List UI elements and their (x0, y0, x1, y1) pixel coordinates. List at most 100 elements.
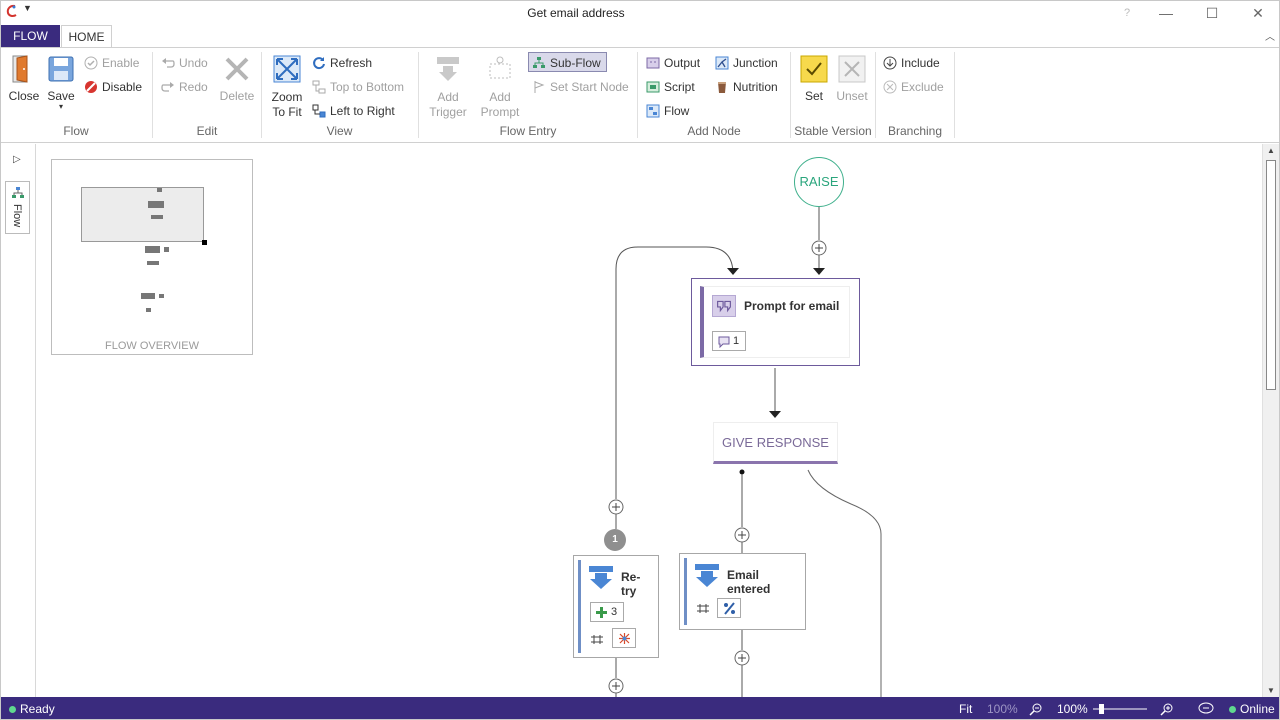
zoom-to-fit-label-2: To Fit (272, 105, 302, 119)
save-dropdown-icon[interactable]: ▾ (45, 103, 77, 111)
retry-action-chip[interactable] (612, 628, 636, 648)
scrollbar-thumb[interactable] (1266, 160, 1276, 390)
redo-button[interactable]: Redo (161, 77, 208, 97)
scroll-up-icon[interactable]: ▲ (1266, 146, 1276, 155)
status-ready-label: Ready (20, 702, 55, 716)
flow-overview-panel[interactable]: FLOW OVERVIEW (51, 159, 253, 355)
prompt-response-count-badge[interactable]: 1 (712, 331, 746, 351)
zoom-to-fit-button[interactable]: Zoom To Fit (268, 54, 306, 120)
zoom-fit-button[interactable]: Fit (959, 697, 972, 719)
left-to-right-button[interactable]: Left to Right (312, 101, 395, 121)
overview-node (164, 247, 169, 252)
email-node-title: Email entered (727, 568, 771, 596)
refresh-button[interactable]: Refresh (312, 53, 372, 73)
online-status: Online (1229, 697, 1275, 719)
add-prompt-label-2: Prompt (480, 105, 520, 119)
chat-icon[interactable] (1198, 702, 1214, 716)
add-script-button[interactable]: Script (646, 77, 695, 97)
add-flow-node-button[interactable]: Flow (646, 101, 689, 121)
add-nutrition-label: Nutrition (733, 80, 778, 94)
add-flow-node-label: Flow (664, 104, 690, 118)
overview-node (157, 188, 162, 192)
collapse-ribbon-icon[interactable]: ︿ (1265, 28, 1275, 43)
save-button[interactable]: Save ▾ (45, 54, 77, 111)
overview-node (146, 308, 151, 312)
unset-stable-button[interactable]: Unset (835, 54, 869, 103)
enable-label: Enable (102, 56, 140, 70)
zoom-in-icon[interactable] (1160, 702, 1174, 716)
add-node-plus-icon[interactable] (734, 650, 750, 666)
ribbon-group-add-node: Output Script Flow Junction Nutrition Ad… (638, 48, 790, 143)
flow-canvas[interactable]: FLOW OVERVIEW RAISE Prompt for email 1 G… (36, 144, 1264, 697)
zoom-slider[interactable] (1093, 702, 1147, 716)
delete-button[interactable]: Delete (217, 54, 257, 103)
zoom-level: 100% (1057, 702, 1088, 716)
ribbon-tabs: FLOW HOME ︿ (1, 25, 1279, 48)
help-button[interactable]: ? (1112, 3, 1142, 23)
prompt-for-email-node[interactable]: Prompt for email 1 (691, 278, 860, 366)
add-prompt-label-1: Add (489, 90, 511, 104)
add-prompt-button[interactable]: Add Prompt (477, 54, 523, 120)
add-script-label: Script (664, 80, 695, 94)
email-action-chip[interactable] (717, 598, 741, 618)
tab-flow[interactable]: FLOW (1, 25, 60, 47)
set-start-node-button[interactable]: Set Start Node (532, 77, 629, 97)
give-response-node[interactable]: GIVE RESPONSE (713, 422, 838, 464)
include-label: Include (901, 56, 940, 70)
add-output-button[interactable]: Output (646, 53, 700, 73)
set-stable-button[interactable]: Set (799, 54, 829, 103)
overview-resize-handle[interactable] (202, 240, 207, 245)
ribbon-group-flow-entry-label: Flow Entry (499, 124, 557, 138)
maximize-button[interactable]: ☐ (1197, 3, 1227, 23)
add-node-plus-icon[interactable] (734, 527, 750, 543)
retry-node[interactable]: Re-try 3 (573, 555, 659, 658)
add-output-label: Output (664, 56, 701, 70)
ribbon-group-add-node-label: Add Node (687, 124, 741, 138)
app-window: ▼ Get email address ? — ☐ ✕ FLOW HOME ︿ … (0, 0, 1280, 720)
minimize-button[interactable]: — (1151, 3, 1181, 23)
raise-node[interactable]: RAISE (794, 157, 844, 207)
delete-label: Delete (219, 89, 255, 103)
disable-circle-icon (85, 81, 97, 93)
overview-viewport[interactable] (81, 187, 204, 242)
include-button[interactable]: Include (883, 53, 940, 73)
ribbon-group-edit: Undo Redo Delete Edit (153, 48, 261, 143)
refresh-label: Refresh (330, 56, 373, 70)
add-trigger-button[interactable]: Add Trigger (427, 54, 469, 120)
email-node-body: Email entered (684, 558, 801, 625)
close-window-button[interactable]: ✕ (1243, 3, 1273, 23)
ribbon-group-branching-label: Branching (887, 124, 943, 138)
unset-stable-label: Unset (836, 89, 868, 103)
enable-button[interactable]: Enable (84, 53, 139, 73)
ribbon-group-branching: Include Exclude Branching (876, 48, 954, 143)
add-node-plus-icon[interactable] (608, 499, 624, 515)
email-entered-node[interactable]: Email entered (679, 553, 806, 630)
undo-button[interactable]: Undo (161, 53, 208, 73)
close-flow-label: Close (8, 89, 40, 103)
flow-panel-tab[interactable]: Flow (5, 181, 30, 234)
expand-panel-icon[interactable]: ▷ (13, 154, 21, 165)
top-to-bottom-button[interactable]: Top to Bottom (312, 77, 404, 97)
exclude-button[interactable]: Exclude (883, 77, 944, 97)
set-start-node-label: Set Start Node (550, 80, 629, 94)
scroll-down-icon[interactable]: ▼ (1266, 686, 1276, 695)
redo-icon (161, 82, 174, 92)
retry-node-title: Re-try (621, 570, 641, 598)
disable-button[interactable]: Disable (84, 77, 142, 97)
sub-flow-label: Sub-Flow (550, 56, 601, 70)
sub-flow-toggle[interactable]: Sub-Flow (528, 52, 607, 72)
vertical-scrollbar[interactable]: ▲ ▼ (1262, 144, 1279, 697)
exclude-label: Exclude (901, 80, 944, 94)
zoom-out-icon[interactable] (1029, 702, 1043, 716)
undo-icon (162, 58, 175, 68)
tab-home[interactable]: HOME (61, 25, 112, 48)
branch-number-badge: 1 (604, 529, 626, 551)
add-node-plus-icon[interactable] (608, 678, 624, 694)
redo-label: Redo (179, 80, 208, 94)
add-node-plus-icon[interactable] (811, 240, 827, 256)
add-junction-button[interactable]: Junction (715, 53, 778, 73)
add-nutrition-button[interactable]: Nutrition (715, 77, 778, 97)
flow-node-icon (646, 104, 660, 118)
retry-counter-chip[interactable]: 3 (590, 602, 624, 622)
close-flow-button[interactable]: Close (7, 54, 41, 103)
